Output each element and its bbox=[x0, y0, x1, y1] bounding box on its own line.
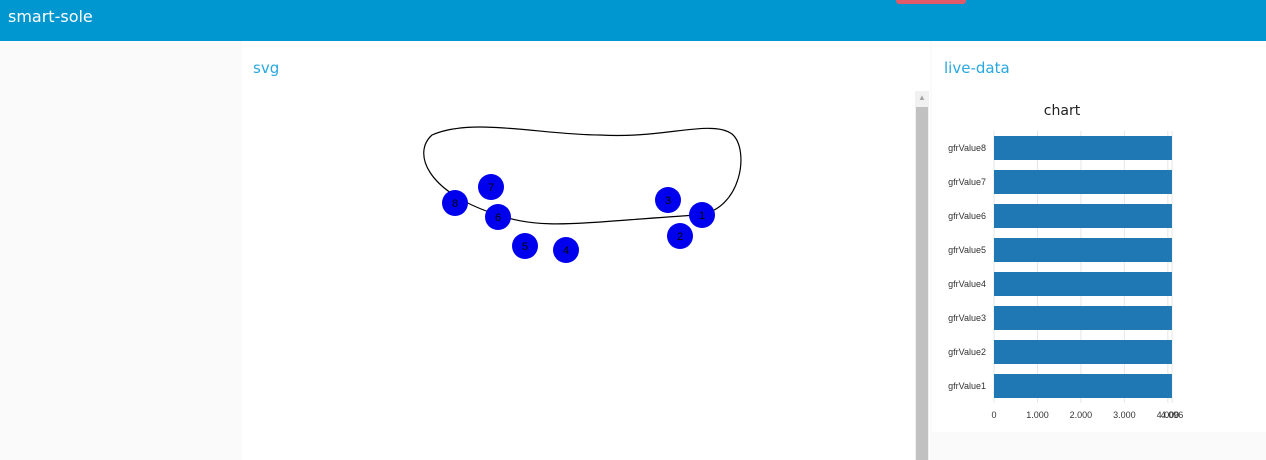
live-data-panel: live-data chart gfrValue8 gfrValue7 gfrVal… bbox=[932, 41, 1266, 432]
x-tick-label: 1.000 bbox=[1026, 410, 1049, 420]
vertical-scrollbar[interactable]: ▲ bbox=[915, 91, 929, 460]
category-label: gfrValue5 bbox=[948, 245, 986, 255]
sensor-label-4: 4 bbox=[563, 245, 569, 257]
sole-diagram: 1 2 3 4 5 6 7 8 bbox=[423, 126, 742, 263]
category-label: gfrValue8 bbox=[948, 143, 986, 153]
sensor-label-8: 8 bbox=[452, 198, 458, 210]
bar-gfrValue1 bbox=[994, 374, 1172, 398]
x-tick-label: 0 bbox=[991, 410, 996, 420]
category-label: gfrValue6 bbox=[948, 211, 986, 221]
live-data-title: live-data bbox=[944, 59, 1010, 77]
category-label: gfrValue3 bbox=[948, 313, 986, 323]
x-tick-label: 2.000 bbox=[1070, 410, 1093, 420]
category-label: gfrValue1 bbox=[948, 381, 986, 391]
bar-gfrValue7 bbox=[994, 170, 1172, 194]
bar-gfrValue5 bbox=[994, 238, 1172, 262]
chart-title: chart bbox=[1044, 103, 1081, 119]
bar-gfrValue3 bbox=[994, 306, 1172, 330]
bar-gfrValue4 bbox=[994, 272, 1172, 296]
bar-gfrValue6 bbox=[994, 204, 1172, 228]
sensor-label-7: 7 bbox=[488, 182, 494, 194]
x-tick-label: 4.096 bbox=[1161, 410, 1184, 420]
x-tick-label: 3.000 bbox=[1113, 410, 1136, 420]
sensor-label-1: 1 bbox=[699, 210, 705, 222]
bar-gfrValue2 bbox=[994, 340, 1172, 364]
svg-panel-title: svg bbox=[253, 59, 280, 77]
left-sidebar bbox=[0, 41, 242, 460]
category-label: gfrValue4 bbox=[948, 279, 986, 289]
category-label: gfrValue2 bbox=[948, 347, 986, 357]
app-title: smart-sole bbox=[8, 7, 93, 26]
bar-gfrValue8 bbox=[994, 136, 1172, 160]
scroll-up-arrow-icon[interactable]: ▲ bbox=[915, 91, 929, 105]
sensor-label-3: 3 bbox=[665, 195, 671, 207]
app-header: smart-sole bbox=[0, 0, 1266, 41]
sensor-label-2: 2 bbox=[677, 231, 683, 243]
sensor-label-6: 6 bbox=[495, 212, 501, 224]
category-label: gfrValue7 bbox=[948, 177, 986, 187]
header-action-button[interactable] bbox=[896, 0, 966, 4]
svg-panel: svg 1 2 3 4 5 6 7 8 ▲ bbox=[242, 41, 930, 460]
scrollbar-thumb[interactable] bbox=[916, 107, 928, 460]
bar-chart: chart gfrValue8 gfrValue7 gfrValue6 gfrValu… bbox=[948, 103, 1184, 420]
sensor-label-5: 5 bbox=[522, 241, 528, 253]
